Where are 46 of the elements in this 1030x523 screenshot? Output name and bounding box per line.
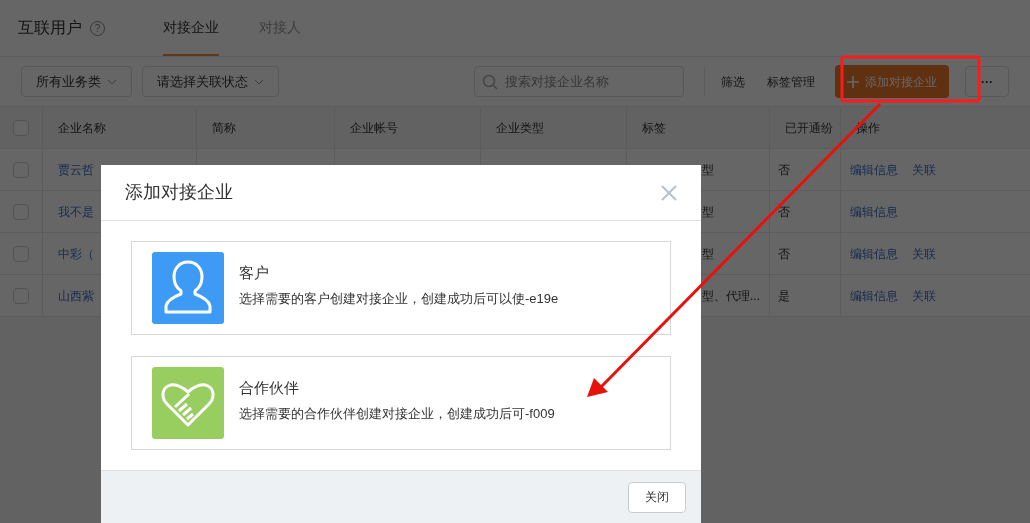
- table-cell-text: 否: [778, 203, 790, 221]
- option-title: 合作伙伴: [239, 378, 300, 398]
- table-cell-text: 型: [702, 161, 714, 179]
- action-link[interactable]: 关联: [912, 244, 936, 263]
- table-cell-text: 否: [778, 161, 790, 179]
- action-link[interactable]: 关联: [912, 160, 936, 179]
- column-header: 标签: [642, 119, 666, 137]
- action-link[interactable]: 编辑信息: [850, 244, 898, 263]
- toolbar-link[interactable]: 标签管理: [761, 72, 821, 91]
- column-header: 企业名称: [58, 119, 106, 137]
- column-header: 简称: [212, 119, 236, 137]
- column-header: 企业帐号: [350, 119, 398, 137]
- company-link[interactable]: 山西紫: [58, 286, 94, 305]
- search-icon: [482, 74, 498, 90]
- caret-icon: [254, 78, 264, 85]
- column-header: 已开通纷: [785, 119, 833, 137]
- dialog-title: 添加对接企业: [125, 181, 233, 204]
- table-cell-text: 型、代理...: [702, 287, 760, 305]
- action-link[interactable]: 编辑信息: [850, 202, 898, 221]
- column-header: 企业类型: [496, 119, 544, 137]
- toolbar-link[interactable]: 筛选: [715, 72, 751, 91]
- action-link[interactable]: 编辑信息: [850, 160, 898, 179]
- option-title: 客户: [239, 263, 270, 283]
- page-title: 互联用户: [18, 18, 82, 38]
- table-cell-text: 否: [778, 245, 790, 263]
- table-cell-text: 是: [778, 287, 790, 305]
- option-description: 选择需要的客户创建对接企业，创建成功后可以使-e19e: [239, 289, 559, 308]
- close-icon[interactable]: [661, 184, 677, 201]
- company-link[interactable]: 我不是: [58, 202, 94, 221]
- company-link[interactable]: 中彩（: [58, 244, 94, 263]
- table-cell-text: 型: [702, 203, 714, 221]
- action-link[interactable]: 编辑信息: [850, 286, 898, 305]
- dropdown[interactable]: 所有业务类: [21, 66, 132, 97]
- add-button[interactable]: 添加对接企业: [835, 65, 949, 98]
- option-card[interactable]: 客户 选择需要的客户创建对接企业，创建成功后可以使-e19e: [131, 241, 671, 335]
- close-button[interactable]: 关闭: [628, 481, 686, 513]
- person-icon: [152, 252, 224, 324]
- company-link[interactable]: 贾云哲: [58, 160, 94, 179]
- option-card[interactable]: 合作伙伴 选择需要的合作伙伴创建对接企业，创建成功后可-f009: [131, 356, 671, 450]
- option-description: 选择需要的合作伙伴创建对接企业，创建成功后可-f009: [239, 404, 555, 423]
- caret-icon: [107, 78, 117, 85]
- plus-icon: [847, 75, 859, 88]
- action-link[interactable]: 关联: [912, 286, 936, 305]
- more-button[interactable]: ···: [965, 66, 1009, 97]
- table-cell-text: 型: [702, 245, 714, 263]
- dropdown[interactable]: 请选择关联状态: [142, 66, 279, 97]
